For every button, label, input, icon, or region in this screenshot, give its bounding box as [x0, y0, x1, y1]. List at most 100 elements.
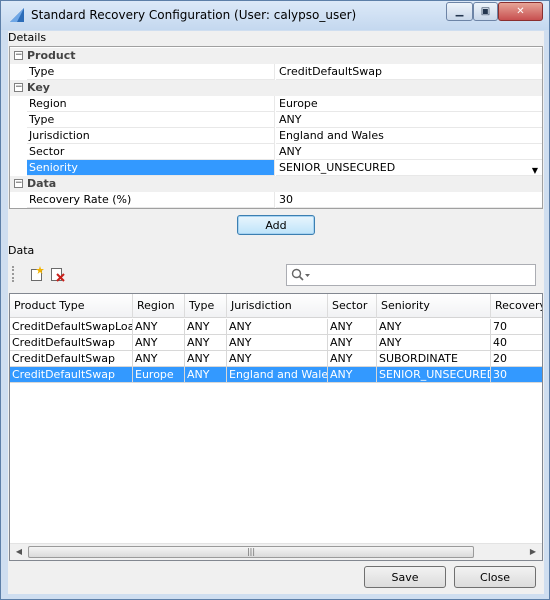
cell-product-type: CreditDefaultSwapLoan: [12, 319, 133, 335]
scroll-thumb[interactable]: |||: [28, 546, 474, 558]
table-row-selected[interactable]: CreditDefaultSwap Europe ANY England and…: [10, 367, 542, 383]
column-header-recovery[interactable]: Recovery: [491, 294, 542, 318]
cell-jurisdiction: ANY: [227, 335, 328, 351]
close-window-button[interactable]: ✕: [498, 2, 543, 21]
cell-seniority: SUBORDINATE: [377, 351, 491, 367]
table-row[interactable]: CreditDefaultSwap ANY ANY ANY ANY SUBORD…: [10, 351, 542, 367]
category-label: Key: [27, 81, 50, 94]
column-header-type[interactable]: Type: [185, 294, 227, 318]
property-product-type[interactable]: Type CreditDefaultSwap: [10, 64, 542, 80]
data-table[interactable]: Product Type Region Type Jurisdiction Se…: [9, 293, 543, 561]
app-icon: [10, 8, 24, 22]
table-row[interactable]: CreditDefaultSwapLoan ANY ANY ANY ANY AN…: [10, 319, 542, 335]
category-product[interactable]: − Product: [10, 48, 542, 64]
window: Standard Recovery Configuration (User: c…: [0, 0, 550, 600]
cell-type: ANY: [185, 335, 227, 351]
property-value[interactable]: ANY: [276, 112, 542, 128]
cell-region: Europe: [133, 367, 185, 383]
property-value[interactable]: 30: [276, 192, 542, 208]
cell-recovery: 30: [493, 368, 507, 381]
minimize-button[interactable]: ▁: [446, 2, 473, 21]
cell-region: ANY: [133, 335, 185, 351]
cell-jurisdiction: ANY: [227, 319, 328, 335]
category-label: Product: [27, 49, 76, 62]
window-client: Details − Product Type CreditDefaultSwap…: [8, 31, 544, 594]
scroll-left-icon[interactable]: ◀: [12, 546, 26, 558]
close-button[interactable]: Close: [454, 566, 536, 588]
cell-seniority: ANY: [377, 335, 491, 351]
property-name: Recovery Rate (%): [27, 192, 275, 208]
property-sector[interactable]: Sector ANY: [10, 144, 542, 160]
details-label: Details: [8, 31, 47, 44]
property-seniority[interactable]: Seniority SENIOR_UNSECURED ▼: [10, 160, 542, 176]
property-region[interactable]: Region Europe: [10, 96, 542, 112]
cell-product-type: CreditDefaultSwap: [10, 335, 133, 351]
property-key-type[interactable]: Type ANY: [10, 112, 542, 128]
property-name: Type: [27, 64, 275, 80]
search-input[interactable]: [313, 266, 531, 284]
data-label: Data: [8, 244, 35, 257]
property-value[interactable]: CreditDefaultSwap: [276, 64, 542, 80]
category-label: Data: [27, 177, 57, 190]
maximize-icon: ▣: [480, 6, 491, 17]
cell-seniority: SENIOR_UNSECURED: [379, 367, 491, 383]
search-box[interactable]: [286, 264, 536, 286]
property-name: Region: [27, 96, 275, 112]
cell-jurisdiction: ANY: [227, 351, 328, 367]
data-toolbar: [9, 260, 543, 290]
column-header-jurisdiction[interactable]: Jurisdiction: [227, 294, 328, 318]
collapse-icon[interactable]: −: [14, 179, 23, 188]
new-row-icon[interactable]: [29, 266, 45, 282]
property-name: Seniority: [27, 160, 275, 176]
delete-row-icon[interactable]: [49, 266, 65, 282]
minimize-icon: ▁: [455, 6, 464, 17]
property-name: Jurisdiction: [27, 128, 275, 144]
property-name: Type: [27, 112, 275, 128]
property-name: Sector: [27, 144, 275, 160]
horizontal-scrollbar[interactable]: ◀ ||| ▶: [10, 543, 542, 560]
cell-seniority: ANY: [377, 319, 491, 335]
scroll-right-icon[interactable]: ▶: [526, 546, 540, 558]
table-header: Product Type Region Type Jurisdiction Se…: [10, 294, 542, 318]
property-value[interactable]: Europe: [276, 96, 542, 112]
category-data[interactable]: − Data: [10, 176, 542, 192]
column-header-region[interactable]: Region: [133, 294, 185, 318]
cell-sector: ANY: [328, 335, 377, 351]
collapse-icon[interactable]: −: [14, 51, 23, 60]
cell-sector: ANY: [328, 351, 377, 367]
cell-region: ANY: [133, 351, 185, 367]
seniority-dropdown[interactable]: SENIOR_UNSECURED ▼: [276, 160, 542, 176]
property-value[interactable]: ANY: [276, 144, 542, 160]
column-header-product-type[interactable]: Product Type: [10, 294, 133, 318]
cell-jurisdiction: England and Wales: [229, 367, 328, 383]
cell-type: ANY: [185, 319, 227, 335]
collapse-icon[interactable]: −: [14, 83, 23, 92]
window-title: Standard Recovery Configuration (User: c…: [31, 8, 357, 22]
property-value: SENIOR_UNSECURED: [279, 161, 396, 174]
property-jurisdiction[interactable]: Jurisdiction England and Wales: [10, 128, 542, 144]
cell-recovery: 70: [493, 320, 507, 333]
category-key[interactable]: − Key: [10, 80, 542, 96]
cell-sector: ANY: [328, 319, 377, 335]
column-header-seniority[interactable]: Seniority: [377, 294, 491, 318]
property-value[interactable]: England and Wales: [276, 128, 542, 144]
search-icon[interactable]: [291, 268, 311, 282]
cell-type: ANY: [185, 367, 227, 383]
column-header-sector[interactable]: Sector: [328, 294, 377, 318]
grip-icon: |||: [246, 547, 256, 556]
cell-product-type: CreditDefaultSwap: [10, 351, 133, 367]
cell-sector: ANY: [328, 367, 377, 383]
cell-recovery: 20: [493, 352, 507, 365]
maximize-button[interactable]: ▣: [473, 2, 498, 21]
cell-recovery: 40: [493, 336, 507, 349]
toolbar-grip[interactable]: [12, 266, 15, 282]
table-row[interactable]: CreditDefaultSwap ANY ANY ANY ANY ANY 40: [10, 335, 542, 351]
cell-product-type: CreditDefaultSwap: [10, 367, 133, 383]
details-property-grid[interactable]: − Product Type CreditDefaultSwap − Key R…: [9, 46, 543, 209]
add-button[interactable]: Add: [237, 215, 315, 235]
property-recovery-rate[interactable]: Recovery Rate (%) 30: [10, 192, 542, 208]
title-bar[interactable]: Standard Recovery Configuration (User: c…: [1, 1, 549, 30]
cell-type: ANY: [185, 351, 227, 367]
save-button[interactable]: Save: [364, 566, 446, 588]
cell-region: ANY: [133, 319, 185, 335]
